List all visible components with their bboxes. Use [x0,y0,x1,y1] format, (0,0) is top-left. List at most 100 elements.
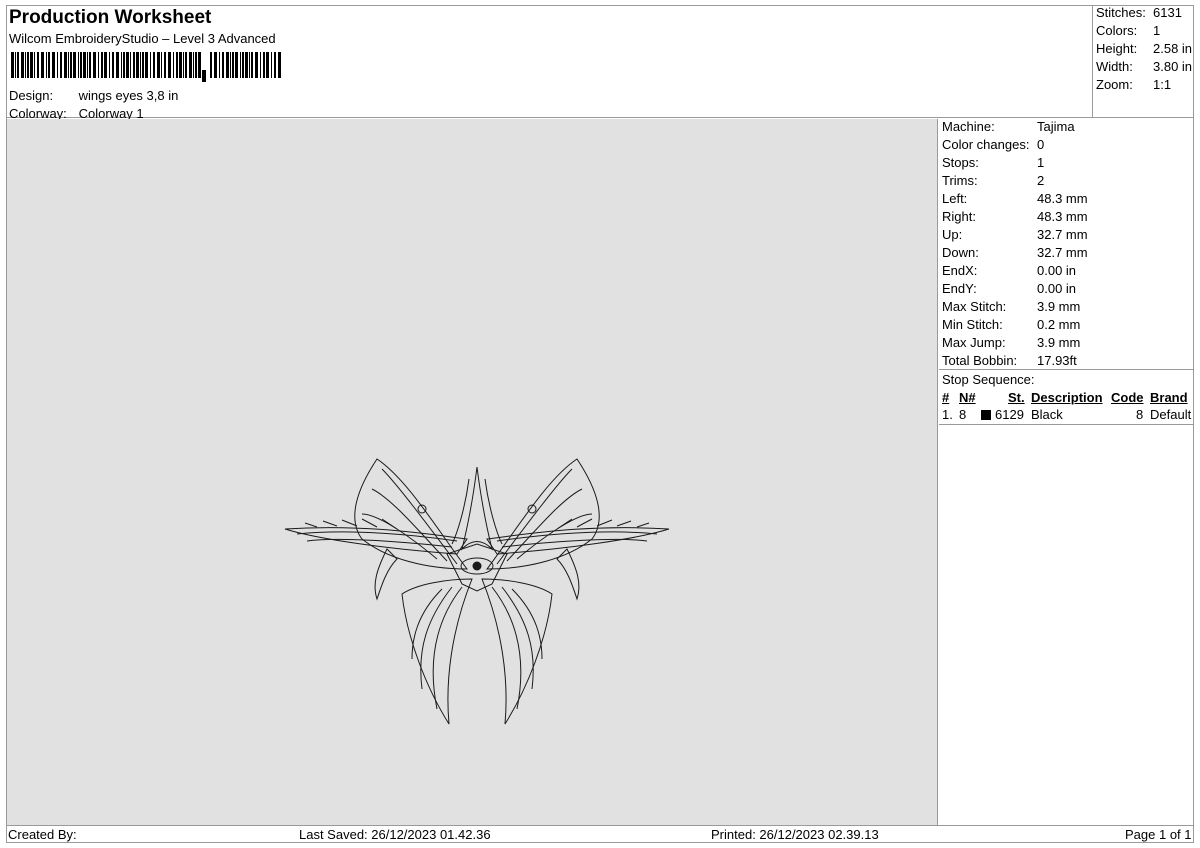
barcode-bar [260,52,261,78]
barcode-bar [168,52,171,78]
barcode-bar [136,52,139,78]
barcode-bar [57,52,58,78]
machine-info-row: Down: 32.7 mm [942,245,1088,260]
machine-info-row: EndX: 0.00 in [942,263,1076,278]
row-code: 8 [1136,407,1144,422]
barcode-bar [226,52,229,78]
info-value: 17.93ft [1037,353,1077,368]
info-label: Max Jump: [942,335,1006,350]
info-value: 0 [1037,137,1045,152]
barcode-bar [133,52,135,78]
barcode-bar [142,52,144,78]
machine-info-row: Max Jump: 3.9 mm [942,335,1080,350]
barcode-bar [266,52,269,78]
barcode-bar [193,52,194,78]
barcode-bar [195,52,197,78]
stat-width: Width: 3.80 in [1096,59,1193,74]
worksheet-footer: Created By: Last Saved: 26/12/2023 01.42… [6,825,1194,843]
col-header-code: Code [1111,390,1144,405]
col-header-num: # [942,390,950,405]
barcode-bar [21,52,24,78]
barcode-bar [93,52,96,78]
barcode-bar [245,52,248,78]
upper-left-wing [284,458,469,570]
barcode-bar [185,52,187,78]
barcode-bar [37,52,39,78]
col-header-st: St. [1008,390,1025,405]
row-num: 1. [942,407,953,422]
barcode-bar [80,52,82,78]
info-value: 48.3 mm [1037,209,1088,224]
barcode-bar [222,52,224,78]
worksheet-header: Production Worksheet Wilcom EmbroiderySt… [6,5,1092,121]
machine-info-row: Max Stitch: 3.9 mm [942,299,1080,314]
page-number: Page 1 of 1 [1125,827,1192,842]
design-stats: Stitches: 6131 Colors: 1 Height: 2.58 in Wi… [1092,5,1194,118]
machine-info-row: Machine: Tajima [942,119,1075,134]
barcode-bar [64,52,67,78]
barcode-bar [17,52,19,78]
barcode-bar [70,52,72,78]
barcode-bar [78,52,79,78]
info-value: Tajima [1037,119,1075,134]
barcode-bar [73,52,76,78]
barcode-bar [101,52,103,78]
barcode-bar [27,52,29,78]
stat-height: Height: 2.58 in [1096,41,1193,56]
row-description: Black [1031,407,1063,422]
barcode-bar [198,52,201,78]
barcode-bar [153,52,155,78]
barcode-bar [179,52,182,78]
info-label: Trims: [942,173,978,188]
barcode-bar [130,52,131,78]
info-label: Down: [942,245,979,260]
barcode-bar [11,52,14,78]
upper-right-wing [485,458,670,570]
stat-stitches: Stitches: 6131 [1096,5,1182,20]
col-header-brand: Brand [1150,390,1188,405]
machine-info-row: Left: 48.3 mm [942,191,1088,206]
barcode-bar [48,52,50,78]
barcode-bar [89,52,91,78]
design-row: Design: wings eyes 3,8 in [9,88,178,103]
barcode-bar [46,52,47,78]
machine-info-row: Min Stitch: 0.2 mm [942,317,1080,332]
machine-info-row: Color changes: 0 [942,137,1044,152]
barcode-bar [123,52,125,78]
barcode [11,52,281,82]
page-title: Production Worksheet [9,7,212,28]
barcode-bar [161,52,162,78]
software-name: Wilcom EmbroideryStudio – Level 3 Advanc… [9,31,276,46]
barcode-bar [230,52,231,78]
stop-sequence: Stop Sequence: # N# St. Description Code… [939,369,1194,425]
info-value: 2 [1037,173,1045,188]
info-value: 3.9 mm [1037,335,1081,350]
barcode-bar [176,52,178,78]
barcode-bar [278,52,281,78]
barcode-bar [52,52,55,78]
barcode-bar [87,52,88,78]
barcode-bar [15,52,16,78]
central-eye [417,466,537,592]
row-brand: Default [1150,407,1192,422]
barcode-bar [235,52,238,78]
info-value: 48.3 mm [1037,191,1088,206]
info-label: Min Stitch: [942,317,1003,332]
stat-zoom: Zoom: 1:1 [1096,77,1172,92]
barcode-bar [214,52,217,78]
barcode-separator [202,70,206,82]
machine-info-row: EndY: 0.00 in [942,281,1076,296]
barcode-bar [173,52,174,78]
barcode-bar [41,52,44,78]
machine-info-row: Stops: 1 [942,155,1044,170]
info-label: Total Bobbin: [942,353,1018,368]
created-by: Created By: [8,827,77,842]
info-value: 32.7 mm [1037,245,1088,260]
machine-info-row: Right: 48.3 mm [942,209,1088,224]
design-preview [7,119,938,825]
barcode-bar [251,52,253,78]
row-st: 6129 [995,407,1024,422]
col-header-needle: N# [959,390,976,405]
barcode-bar [126,52,129,78]
printed-date: Printed: 26/12/2023 02.39.13 [711,827,879,842]
